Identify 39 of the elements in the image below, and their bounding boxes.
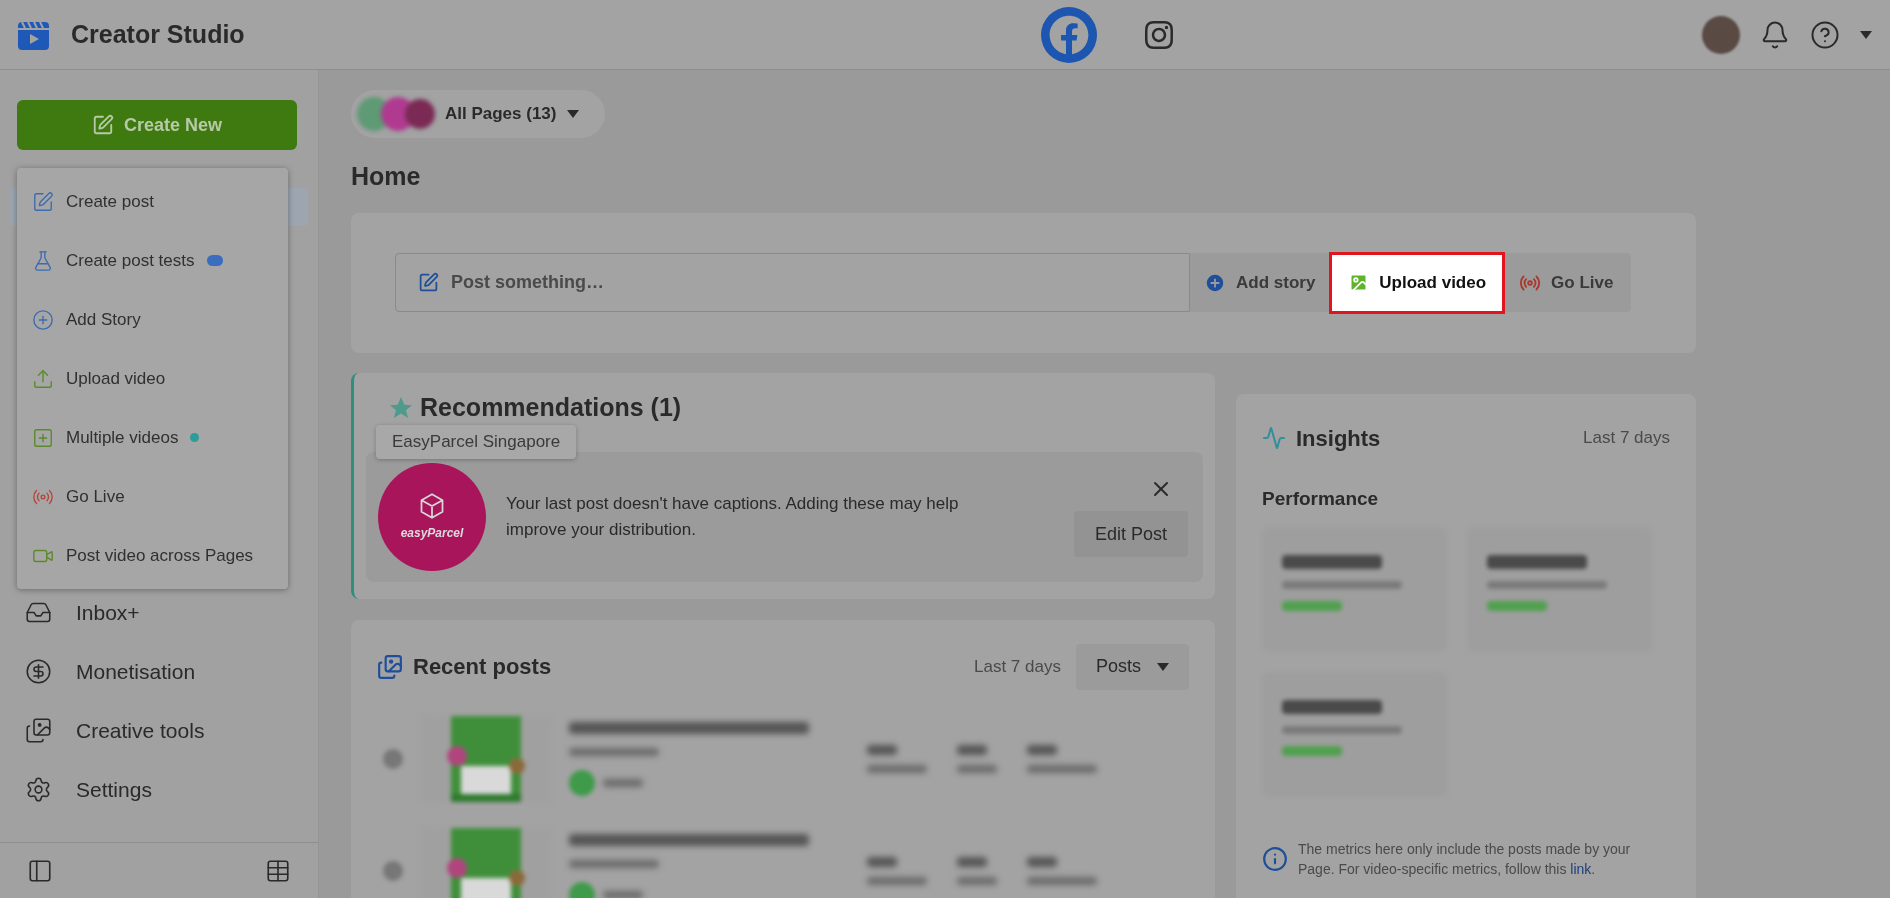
date-range: Last 7 days [1583, 427, 1670, 450]
post-input[interactable]: Post something… [451, 269, 951, 296]
card-title: Recent posts [413, 653, 552, 681]
page-selector[interactable]: All Pages (13) [351, 90, 605, 138]
menu-item-label: Multiple videos [66, 426, 179, 449]
sidebar-item[interactable]: Settings [0, 760, 318, 819]
sidebar-item[interactable]: Inbox+ [0, 583, 318, 642]
menu-item[interactable]: Go Live [17, 467, 288, 526]
go-live-button[interactable]: Go Live [1505, 253, 1628, 312]
add-story-button[interactable]: Add story [1190, 253, 1330, 312]
menu-item[interactable]: Create post [17, 172, 288, 231]
app-title: Creator Studio [71, 18, 245, 50]
card-title: Insights [1296, 424, 1381, 453]
menu-item[interactable]: Add Story [17, 290, 288, 349]
menu-item-label: Post video across Pages [66, 544, 254, 567]
post-field[interactable]: Post something… [395, 253, 1190, 312]
section-title: Performance [1262, 486, 1379, 511]
menu-item[interactable]: Create post tests [17, 231, 288, 290]
menu-item-label: Add Story [66, 308, 141, 331]
menu-item[interactable]: Post video across Pages [17, 526, 288, 585]
menu-item[interactable]: Upload video [17, 349, 288, 408]
posts-filter-dropdown[interactable]: Posts [1075, 643, 1189, 690]
edit-post-button[interactable]: Edit Post [1073, 511, 1188, 557]
logo-text: easyParcel [400, 525, 464, 542]
upload-video-button[interactable]: Upload video [1329, 251, 1506, 314]
recommendation-message: Your last post doesn't have captions. Adding these may help improve your distribution. [506, 493, 960, 541]
tooltip: EasyParcel Singapore [376, 424, 577, 459]
menu-item-label: Upload video [66, 367, 166, 390]
sidebar-item[interactable]: Monetisation [0, 642, 318, 701]
card-title: Recommendations (1) [420, 391, 682, 423]
menu-item-label: Create post [66, 190, 154, 213]
date-range: Last 7 days [974, 655, 1061, 678]
menu-item[interactable]: Multiple videos [17, 408, 288, 467]
menu-item-label: Go Live [66, 485, 125, 508]
create-new-button[interactable]: Create New [17, 100, 297, 150]
metrics-note: The metrics here only include the posts made by your Page. For video-specific metrics, follow this link. [1298, 840, 1632, 879]
sidebar-item[interactable]: Creative tools [0, 701, 318, 760]
menu-item-label: Create post tests [66, 249, 195, 272]
page-heading: Home [351, 161, 421, 192]
